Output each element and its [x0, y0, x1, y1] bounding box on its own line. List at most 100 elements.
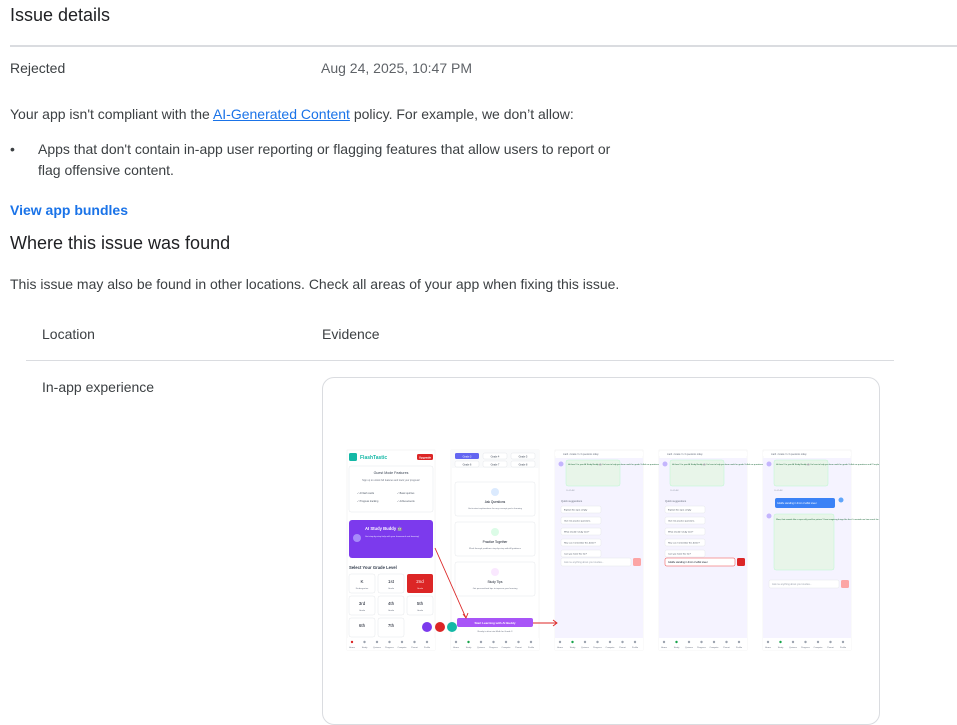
nav-icon [725, 640, 728, 644]
nav-icon [621, 640, 624, 644]
nav-icon [712, 640, 716, 644]
nav-label: Quizzes [685, 647, 694, 649]
column-header-evidence: Evidence [322, 326, 380, 342]
grade-label: 1st [388, 579, 395, 584]
grade-sublabel: Grade [388, 587, 395, 590]
nav-icon [413, 640, 416, 644]
nav-label: Study [570, 646, 577, 649]
grade-label: 6th [359, 623, 366, 628]
nav-label: Parent [515, 646, 522, 649]
status-date: Aug 24, 2025, 10:47 PM [321, 60, 472, 76]
page-title: Issue details [10, 5, 111, 25]
table-header-divider [26, 360, 894, 361]
fab-purple [422, 622, 432, 632]
card-title: Practice Together [483, 540, 509, 544]
message-time: 10:42 AM [774, 489, 783, 492]
bot-reply: Wow, that sounds like a super silly and … [776, 518, 879, 521]
grade-label: 3rd [359, 601, 366, 606]
buddy-subtitle: Get step-by-step help with your homework… [365, 535, 420, 538]
evidence-image[interactable]: Home Study Quizzes Progress Compete Parent Pro… [322, 377, 880, 725]
user-message: Giraffe standing in front of eiffel towe… [777, 502, 817, 505]
nav-label: Quizzes [581, 647, 590, 649]
nav-icon [388, 640, 391, 644]
grade-pill-label: Grade 8 [519, 463, 528, 466]
card-icon [491, 568, 499, 576]
view-app-bundles-link[interactable]: View app bundles [10, 202, 128, 218]
nav-label: Study [466, 646, 472, 649]
card-title: Ask Questions [485, 500, 506, 504]
chat-header: math • Grade 3 • 0 questions today [563, 453, 599, 456]
grade-label: 2nd [416, 579, 424, 584]
bot-avatar [766, 513, 772, 519]
nav-icon [558, 640, 562, 644]
nav-icon [829, 640, 832, 644]
section-description: This issue may also be found in other lo… [10, 276, 620, 292]
feature-card [454, 561, 536, 597]
suggestion-label: What should I study next? [668, 531, 694, 534]
nav-icon [779, 640, 782, 644]
grade-sublabel: Kindergarten [356, 587, 369, 590]
feature-item: ✓ Progress tracking [357, 500, 379, 503]
feature-card [454, 481, 536, 517]
quick-suggestions-title: Quick suggestions [561, 499, 583, 503]
nav-label: Compete [710, 646, 720, 649]
column-header-location: Location [42, 326, 95, 342]
grade-label: 5th [417, 601, 424, 606]
suggestion-label: Explain this topic simply [668, 509, 692, 512]
feature-item: ✓ AI flash cards [357, 492, 375, 495]
guest-subtitle: Sign up to unlock full features and trac… [362, 479, 420, 482]
nav-label: Study [674, 646, 681, 649]
nav-icon [596, 640, 599, 644]
nav-label: Profile [528, 646, 535, 649]
nav-icon [608, 640, 612, 644]
nav-icon [363, 640, 366, 644]
nav-icon [529, 640, 533, 644]
bot-avatar [766, 461, 772, 467]
card-icon [491, 528, 499, 536]
card-title: Study Tips [488, 580, 503, 584]
bot-reply-bubble [773, 513, 835, 571]
grade-pill-label: Grade 7 [491, 463, 500, 466]
nav-icon [375, 640, 379, 644]
nav-label: Quizzes [477, 647, 486, 649]
card-subtitle: Get personalized tips to improve your le… [473, 587, 518, 590]
location-cell: In-app experience [42, 379, 155, 395]
bot-message: Hi there! I'm your AI Study Buddy 🤖 I'm … [776, 463, 879, 466]
nav-icon [841, 640, 845, 644]
grade-sublabel: Grade [417, 587, 424, 590]
policy-suffix: policy. For example, we don’t allow: [349, 106, 574, 122]
nav-label: Home [349, 647, 356, 649]
nav-label: Home [453, 647, 460, 649]
nav-icon [816, 640, 820, 644]
nav-label: Compete [398, 646, 408, 649]
feature-item: ✓ Achievements [397, 500, 415, 503]
section-title: Where this issue was found [10, 233, 231, 253]
nav-icon [766, 640, 770, 644]
nav-label: Parent [827, 646, 834, 649]
fab-red [435, 622, 445, 632]
nav-label: Home [661, 647, 668, 649]
fab-teal [447, 622, 457, 632]
feature-card [454, 521, 536, 557]
nav-label: Parent [411, 646, 418, 649]
app-logo [349, 453, 357, 461]
policy-link[interactable]: AI-Generated Content [213, 106, 350, 122]
suggestion-label: Give me practice questions [668, 520, 695, 523]
grade-sublabel: Grade [359, 609, 366, 612]
nav-icon [467, 640, 470, 644]
nav-label: Compete [606, 646, 616, 649]
nav-icon [400, 640, 404, 644]
suggestion-label: Explain this topic simply [564, 509, 588, 512]
nav-icon [504, 640, 508, 644]
nav-label: Quizzes [789, 647, 798, 649]
nav-label: Progress [385, 646, 395, 649]
nav-icon [791, 640, 795, 644]
nav-label: Parent [619, 646, 626, 649]
nav-label: Progress [697, 646, 707, 649]
chat-header: math • Grade 3 • 0 questions today [771, 453, 807, 456]
suggestion-label: Can you make this fun? [564, 553, 588, 556]
grade-title: Select Your Grade Level [349, 565, 397, 570]
quick-suggestions-title: Quick suggestions [665, 499, 687, 503]
nav-icon [804, 640, 807, 644]
nav-label: Profile [424, 646, 431, 649]
